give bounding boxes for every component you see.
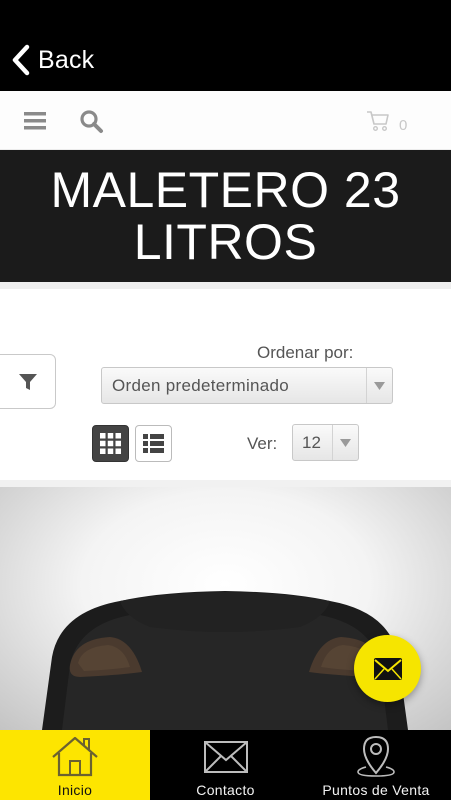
divider	[0, 282, 451, 289]
nav-bar: 0	[0, 91, 451, 150]
triangle-down-icon	[374, 381, 385, 390]
per-page-label: Ver:	[247, 434, 278, 453]
cart-count: 0	[399, 117, 408, 134]
menu-icon[interactable]	[22, 108, 48, 134]
filter-button[interactable]	[0, 354, 56, 409]
bottom-tab-bar: Inicio Contacto Puntos de Venta	[0, 730, 451, 800]
tab-inicio[interactable]: Inicio	[0, 730, 150, 800]
cart-button[interactable]: 0	[366, 107, 407, 134]
envelope-icon	[373, 657, 402, 680]
chevron-left-icon	[12, 44, 30, 76]
back-label: Back	[38, 45, 95, 74]
tab-puntos-de-venta[interactable]: Puntos de Venta	[301, 730, 451, 800]
grid-view-button[interactable]	[92, 425, 129, 462]
grid-icon	[100, 433, 121, 454]
order-by-dropdown-arrow	[366, 368, 392, 403]
tab-label: Puntos de Venta	[322, 782, 430, 798]
per-page-value: 12	[302, 433, 321, 452]
page-title-line-1: MALETERO 23	[50, 162, 401, 218]
order-by-value: Orden predeterminado	[112, 376, 290, 395]
triangle-down-icon	[340, 438, 351, 447]
per-page-select[interactable]: 12	[292, 424, 359, 461]
page-title-line-2: LITROS	[133, 214, 318, 270]
tab-label: Contacto	[196, 782, 255, 798]
back-button[interactable]: Back	[10, 40, 94, 80]
page-title-banner: MALETERO 23 LITROS	[0, 150, 451, 282]
order-by-label: Ordenar por:	[257, 343, 354, 362]
top-bar: Back	[0, 0, 451, 91]
tab-label: Inicio	[57, 782, 93, 798]
contact-mail-button[interactable]	[354, 635, 421, 702]
location-pin-icon	[357, 735, 395, 777]
list-icon	[143, 434, 164, 453]
divider	[0, 480, 451, 487]
search-icon[interactable]	[78, 108, 104, 134]
filter-icon	[19, 373, 37, 390]
envelope-icon	[203, 741, 248, 773]
order-by-select[interactable]: Orden predeterminado	[101, 367, 393, 404]
per-page-dropdown-arrow	[332, 425, 358, 460]
home-icon	[52, 736, 98, 777]
list-view-button[interactable]	[135, 425, 172, 462]
cart-icon	[367, 110, 389, 131]
tab-contacto[interactable]: Contacto	[150, 730, 301, 800]
